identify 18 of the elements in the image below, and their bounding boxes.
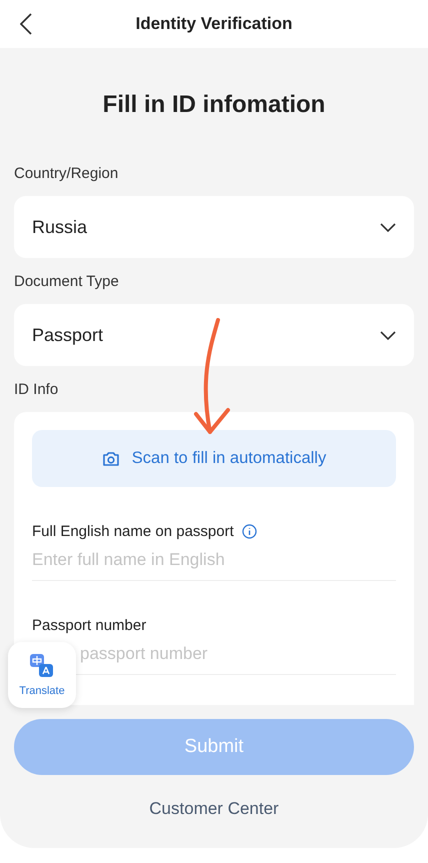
field-label: Document Type xyxy=(14,273,120,290)
translate-button[interactable]: Translate xyxy=(8,642,76,708)
chevron-down-icon xyxy=(380,222,396,232)
field-label: Passport number xyxy=(32,617,146,634)
info-icon[interactable] xyxy=(242,524,257,539)
dropdown[interactable]: Passport xyxy=(14,304,414,366)
scan-button[interactable]: Scan to fill in automatically xyxy=(32,430,396,487)
chevron-down-icon xyxy=(380,330,396,340)
field-label: Full English name on passport xyxy=(32,523,234,540)
back-icon[interactable] xyxy=(20,13,32,35)
page-heading: Fill in ID infomation xyxy=(102,91,326,119)
translate-icon xyxy=(29,653,55,679)
section-label: ID Info xyxy=(14,381,60,398)
customer-center-link[interactable]: Customer Center xyxy=(14,799,414,819)
screen-title: Identity Verification xyxy=(136,14,292,34)
field-label: Country/Region xyxy=(14,165,120,182)
dropdown[interactable]: Russia xyxy=(14,196,414,258)
camera-icon xyxy=(102,450,120,466)
